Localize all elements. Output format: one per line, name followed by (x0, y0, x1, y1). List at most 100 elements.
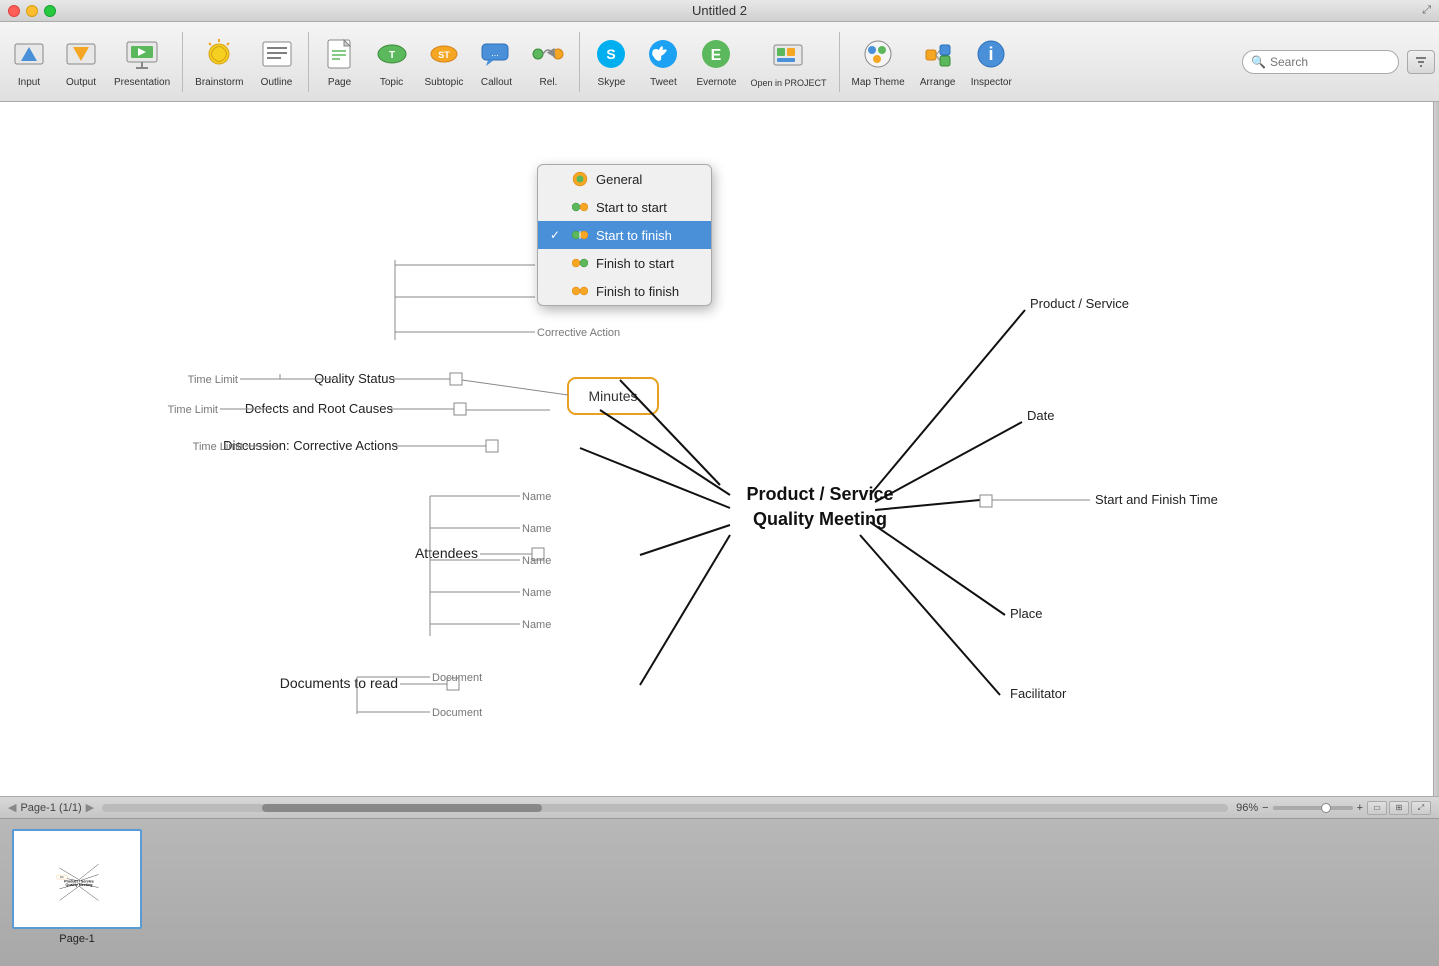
menu-item-finish-to-finish[interactable]: Finish to finish (538, 277, 711, 305)
zoom-thumb[interactable] (1321, 803, 1331, 813)
toolbar-output-button[interactable]: Output (56, 26, 106, 98)
svg-text:ST: ST (438, 50, 450, 60)
toolbar-separator-2 (308, 32, 309, 92)
next-page-button[interactable]: ▶ (86, 801, 94, 814)
search-icon: 🔍 (1251, 55, 1266, 69)
doc-1: Document (432, 672, 482, 684)
toolbar-skype-button[interactable]: S Skype (586, 26, 636, 98)
zoom-out-button[interactable]: − (1262, 802, 1268, 814)
menu-general-label: General (596, 172, 642, 187)
toolbar-evernote-button[interactable]: E Evernote (690, 26, 742, 98)
page-label: Page (328, 77, 351, 88)
evernote-label: Evernote (696, 77, 736, 88)
menu-item-start-to-finish[interactable]: ✓ Start to finish (538, 221, 711, 249)
toolbar-maptheme-button[interactable]: Map Theme (846, 26, 911, 98)
skype-icon: S (592, 35, 630, 73)
svg-text:i: i (989, 44, 994, 64)
zoom-in-button[interactable]: + (1357, 802, 1363, 814)
prev-page-button[interactable]: ◀ (8, 801, 16, 814)
toolbar-subtopic-button[interactable]: ST Subtopic (419, 26, 470, 98)
fts-icon (572, 255, 588, 271)
fit-view-button[interactable]: ⤢ (1411, 801, 1431, 815)
toolbar-tweet-button[interactable]: Tweet (638, 26, 688, 98)
multi-view-button[interactable]: ⊞ (1389, 801, 1409, 815)
arrange-label: Arrange (920, 77, 956, 88)
minimize-button[interactable] (26, 5, 38, 17)
topic-icon: T (373, 35, 411, 73)
scrollbar-area[interactable] (102, 804, 1228, 812)
inspector-icon: i (972, 35, 1010, 73)
zoom-slider[interactable] (1273, 806, 1353, 810)
menu-item-general[interactable]: General (538, 165, 711, 193)
toolbar-separator-1 (182, 32, 183, 92)
thumbnail-image: Product / Service Quality Meeting Min. (12, 829, 142, 929)
expand-startfinish (980, 495, 992, 507)
toolbar-separator-4 (839, 32, 840, 92)
scrollbar-track (102, 804, 1228, 812)
menu-fts-label: Finish to start (596, 256, 674, 271)
toolbar-brainstorm-button[interactable]: Brainstorm (189, 26, 249, 98)
toolbar-presentation-button[interactable]: Presentation (108, 26, 176, 98)
relationship-label: Rel. (540, 77, 558, 88)
toolbar-input-button[interactable]: Input (4, 26, 54, 98)
name-1: Name (522, 491, 551, 503)
window-resize-button[interactable]: ⤢ (1422, 4, 1431, 17)
output-label: Output (66, 77, 96, 88)
toolbar-inspector-button[interactable]: i Inspector (965, 26, 1018, 98)
menu-sts-label: Start to start (596, 200, 667, 215)
maptheme-label: Map Theme (852, 77, 905, 88)
toolbar-openproject-button[interactable]: Open in PROJECT (744, 26, 832, 98)
brainstorm-label: Brainstorm (195, 77, 243, 88)
svg-text:...: ... (492, 48, 500, 58)
outline-icon (258, 35, 296, 73)
branch-documents (640, 535, 730, 685)
search-box: 🔍 (1242, 50, 1399, 74)
thumbnail-label: Page-1 (59, 933, 94, 945)
check-stf: ✓ (550, 228, 564, 242)
presentation-icon (123, 35, 161, 73)
toolbar: Input Output Presentation (0, 22, 1439, 102)
dropdown-menu: General Start to start ✓ Start to (537, 164, 712, 306)
arrange-icon (919, 35, 957, 73)
toolbar-relationship-button[interactable]: Rel. (523, 26, 573, 98)
svg-text:E: E (711, 47, 722, 64)
maptheme-icon (859, 35, 897, 73)
toolbar-page-button[interactable]: Page (315, 26, 365, 98)
menu-item-finish-to-start[interactable]: Finish to start (538, 249, 711, 277)
presentation-label: Presentation (114, 77, 170, 88)
svg-text:Min.: Min. (60, 877, 65, 879)
timelimit-3: Time Limit (193, 441, 243, 453)
resize-handle[interactable] (1433, 102, 1439, 796)
canvas[interactable]: Product / Service Quality Meeting Minute… (0, 102, 1439, 796)
page-nav: ◀ Page-1 (1/1) ▶ (8, 801, 94, 814)
input-icon (10, 35, 48, 73)
close-button[interactable] (8, 5, 20, 17)
timelimit-1: Time Limit (188, 374, 238, 386)
menu-item-start-to-start[interactable]: Start to start (538, 193, 711, 221)
bottombar: ◀ Page-1 (1/1) ▶ 96% − + ▭ ⊞ ⤢ (0, 796, 1439, 818)
node-product-service: Product / Service (1030, 296, 1129, 311)
search-input[interactable] (1270, 55, 1390, 69)
thumbnail-svg: Product / Service Quality Meeting Min. (14, 831, 142, 929)
maximize-button[interactable] (44, 5, 56, 17)
titlebar: Untitled 2 ⤢ (0, 0, 1439, 22)
scrollbar-thumb[interactable] (262, 804, 542, 812)
toolbar-topic-button[interactable]: T Topic (367, 26, 417, 98)
doc-2: Document (432, 707, 482, 719)
toolbar-outline-button[interactable]: Outline (252, 26, 302, 98)
toolbar-arrange-button[interactable]: Arrange (913, 26, 963, 98)
filter-button[interactable] (1407, 50, 1435, 74)
center-node-line2: Quality Meeting (753, 509, 887, 529)
skype-label: Skype (598, 77, 626, 88)
branch-attendees (640, 525, 730, 555)
page-label: Page-1 (1/1) (20, 802, 81, 814)
toolbar-callout-button[interactable]: ... Callout (471, 26, 521, 98)
thumbnail-item[interactable]: Product / Service Quality Meeting Min. P… (12, 829, 142, 945)
svg-text:T: T (388, 50, 394, 61)
node-facilitator: Facilitator (1010, 686, 1067, 701)
corrective-3: Corrective Action (537, 327, 620, 339)
thumbnail-panel: Product / Service Quality Meeting Min. P… (0, 818, 1439, 966)
outline-label: Outline (261, 77, 293, 88)
single-view-button[interactable]: ▭ (1367, 801, 1387, 815)
menu-stf-label: Start to finish (596, 228, 672, 243)
